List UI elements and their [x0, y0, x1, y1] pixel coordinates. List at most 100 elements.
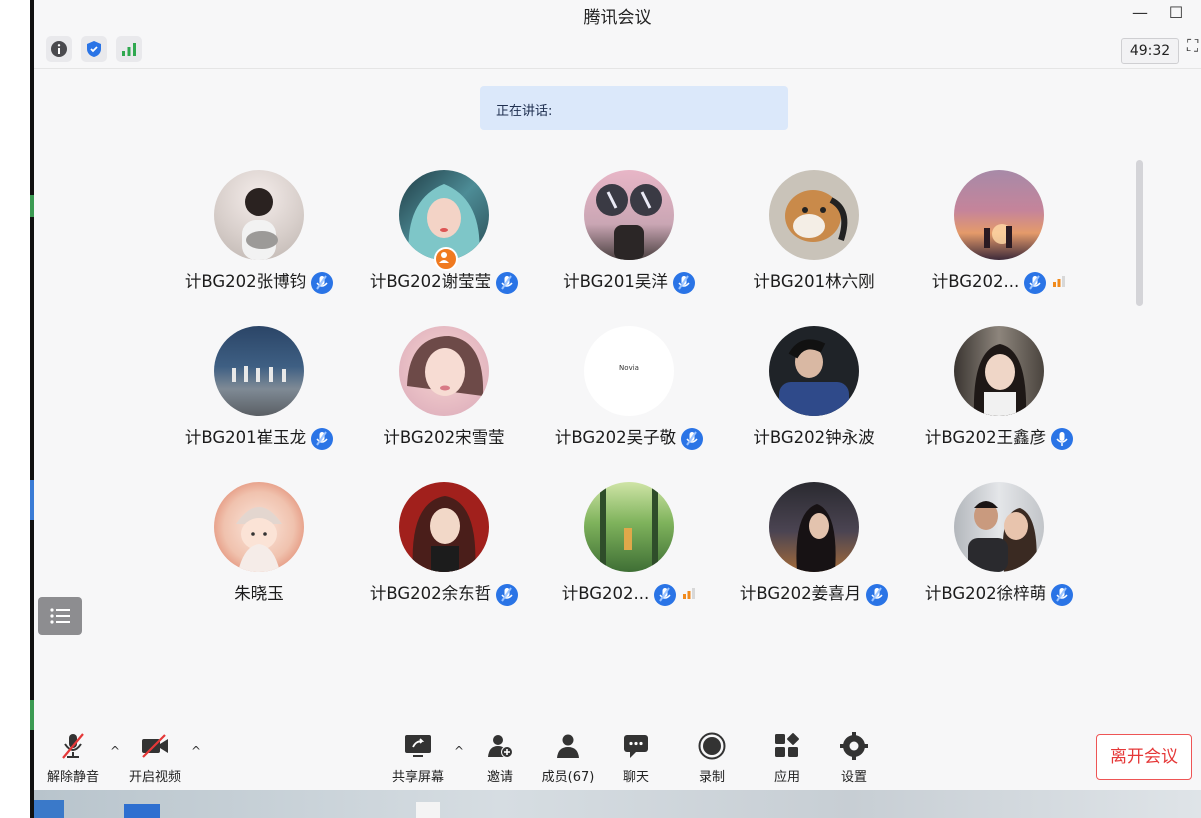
video-options-caret[interactable]: ^ [191, 744, 201, 758]
participant-name-row: 计BG202张博钧 [159, 268, 359, 294]
participant-tile[interactable]: 计BG202王鑫彦 [904, 326, 1094, 476]
list-view-toggle[interactable] [38, 597, 82, 635]
participant-tile[interactable]: 计BG201林六刚 [719, 170, 909, 320]
participant-tile[interactable]: Novia 计BG202吴子敬 [534, 326, 724, 476]
avatar [584, 170, 674, 260]
mic-active-icon [311, 271, 334, 294]
mic-active-icon [681, 427, 704, 450]
avatar [954, 482, 1044, 572]
participant-tile[interactable]: 计BG202谢莹莹 [349, 170, 539, 320]
participant-tile[interactable]: 计BG202姜喜月 [719, 482, 909, 632]
desktop-taskbar [34, 790, 1201, 818]
share-options-caret[interactable]: ^ [454, 744, 464, 758]
audio-options-caret[interactable]: ^ [110, 744, 120, 758]
avatar [399, 482, 489, 572]
left-desktop-strip [0, 0, 34, 818]
chat-button[interactable]: 聊天 [601, 732, 671, 786]
taskbar-app-icon[interactable] [34, 800, 64, 818]
participant-name: 计BG202... [561, 584, 650, 603]
participant-name-row: 计BG201吴洋 [529, 268, 729, 294]
participant-tile[interactable]: 计BG202... [904, 170, 1094, 320]
participant-tile[interactable]: 计BG202宋雪莹 [349, 326, 539, 476]
participant-name-row: 计BG201林六刚 [714, 268, 914, 292]
avatar: Novia [584, 326, 674, 416]
settings-label: 设置 [840, 770, 867, 785]
bottom-control-bar: 解除静音 ^ 开启视频 ^ 共享屏幕 ^ 邀请 成员(67) 聊天 录制 应用 … [34, 720, 1201, 790]
participant-tile[interactable]: 计BG202... [534, 482, 724, 632]
record-icon [698, 732, 726, 760]
participant-name: 计BG202吴子敬 [554, 428, 677, 447]
participant-name: 计BG202谢莹莹 [369, 272, 492, 291]
participant-name-row: 计BG202余东哲 [344, 580, 544, 606]
avatar [214, 482, 304, 572]
avatar [954, 326, 1044, 416]
avatar-text: Novia [619, 364, 639, 372]
mic-on-icon [1051, 427, 1074, 450]
participant-tile[interactable]: 计BG201崔玉龙 [164, 326, 354, 476]
grid-scrollbar[interactable] [1136, 160, 1143, 306]
participant-name-row: 计BG202宋雪莹 [344, 424, 544, 448]
participant-name-row: 计BG202... [529, 580, 729, 606]
participant-name-row: 计BG202徐梓萌 [899, 580, 1099, 606]
apps-icon [775, 733, 799, 757]
leave-meeting-button[interactable]: 离开会议 [1096, 734, 1192, 780]
participant-tile[interactable]: 计BG202余东哲 [349, 482, 539, 632]
participant-name: 计BG202宋雪莹 [383, 428, 505, 447]
participant-name: 计BG202张博钧 [184, 272, 307, 291]
invite-icon [488, 735, 513, 758]
avatar [769, 482, 859, 572]
participant-name-row: 计BG202钟永波 [714, 424, 914, 448]
participant-name: 计BG202姜喜月 [739, 584, 862, 603]
participant-tile[interactable]: 朱晓玉 [164, 482, 354, 632]
taskbar-app-icon[interactable] [416, 802, 440, 818]
mic-active-icon [1051, 583, 1074, 606]
taskbar-app-icon[interactable] [124, 804, 160, 818]
participant-name: 计BG202... [931, 272, 1020, 291]
participant-tile[interactable]: 计BG201吴洋 [534, 170, 724, 320]
participant-tile[interactable]: 计BG202钟永波 [719, 326, 909, 476]
settings-button[interactable]: 设置 [819, 732, 889, 786]
start-video-label: 开启视频 [128, 770, 181, 785]
participant-name: 计BG202余东哲 [369, 584, 492, 603]
participant-name: 计BG201吴洋 [563, 272, 668, 291]
weak-signal-icon [1052, 273, 1066, 292]
members-icon [557, 734, 579, 758]
mic-active-icon [1024, 271, 1047, 294]
avatar [584, 482, 674, 572]
unmute-label: 解除静音 [46, 770, 99, 785]
avatar [399, 326, 489, 416]
gear-icon [840, 732, 868, 760]
avatar [769, 326, 859, 416]
mic-active-icon [496, 583, 519, 606]
participant-name-row: 计BG202姜喜月 [714, 580, 914, 606]
meeting-window: 腾讯会议 — ☐ 49:32 ⛶ 正在讲话: 计BG202张博钧 计BG202谢… [34, 0, 1201, 790]
participant-name: 计BG202徐梓萌 [924, 584, 1047, 603]
weak-signal-icon [682, 585, 696, 604]
start-video-button[interactable]: 开启视频 [120, 732, 190, 786]
participant-name-row: 朱晓玉 [159, 580, 359, 604]
chat-icon [624, 735, 648, 758]
mic-active-icon [311, 427, 334, 450]
avatar [214, 170, 304, 260]
participant-tile[interactable]: 计BG202徐梓萌 [904, 482, 1094, 632]
participant-name: 计BG201林六刚 [753, 272, 875, 291]
share-screen-label: 共享屏幕 [391, 770, 444, 785]
record-button[interactable]: 录制 [677, 732, 747, 786]
avatar [214, 326, 304, 416]
avatar [954, 170, 1044, 260]
participant-name-row: 计BG201崔玉龙 [159, 424, 359, 450]
share-screen-icon [405, 735, 431, 757]
participant-name-row: 计BG202谢莹莹 [344, 268, 544, 294]
share-screen-button[interactable]: 共享屏幕 [383, 732, 453, 786]
participant-grid: 计BG202张博钧 计BG202谢莹莹 计BG201吴洋 计BG201林六刚 计… [34, 0, 1201, 700]
list-icon [50, 608, 70, 624]
mic-muted-icon [62, 733, 84, 759]
participant-tile[interactable]: 计BG202张博钧 [164, 170, 354, 320]
mic-active-icon [672, 271, 695, 294]
mic-active-icon [496, 271, 519, 294]
participant-name: 计BG201崔玉龙 [184, 428, 307, 447]
unmute-button[interactable]: 解除静音 [38, 732, 108, 786]
participant-name-row: 计BG202... [899, 268, 1099, 294]
video-off-icon [142, 734, 168, 758]
mic-active-icon [866, 583, 889, 606]
